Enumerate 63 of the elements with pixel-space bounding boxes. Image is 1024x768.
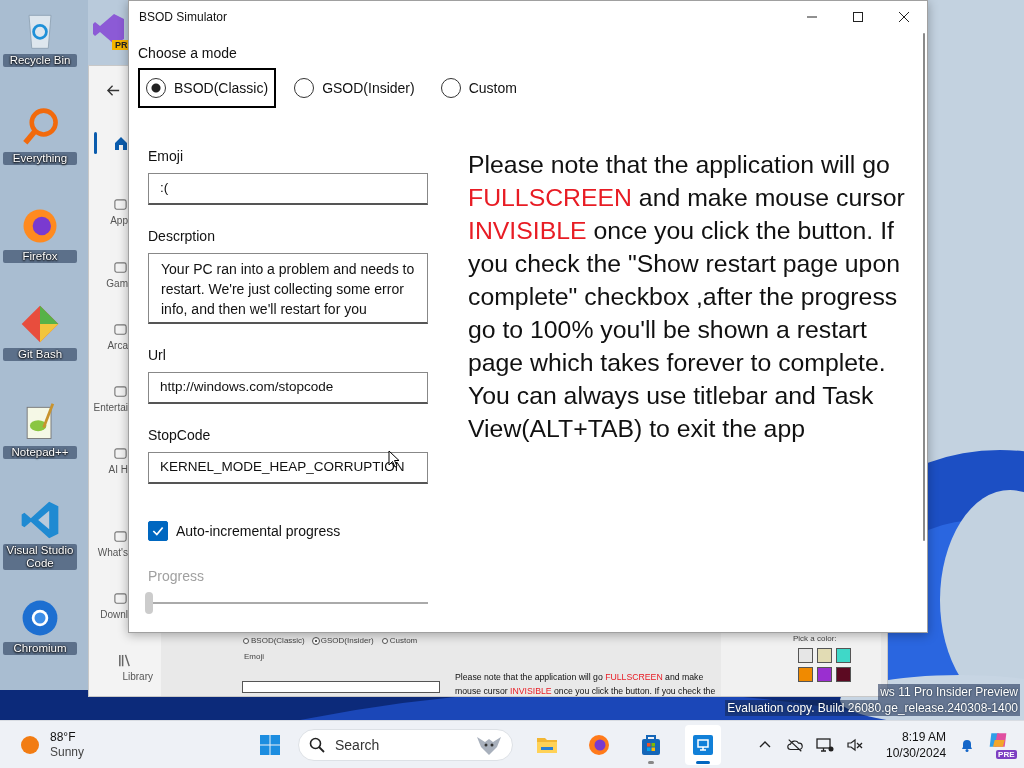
field-label: Descrption	[148, 228, 216, 244]
remote-desktop-icon[interactable]	[685, 724, 721, 765]
selection-indicator	[94, 132, 97, 154]
sidebar-label[interactable]: Entertai	[93, 402, 128, 413]
speaker-muted-icon[interactable]	[846, 736, 864, 753]
field-label: Emoji	[148, 148, 184, 164]
preview-badge: PRE	[996, 749, 1017, 759]
home-icon[interactable]	[113, 135, 129, 151]
mode-radio[interactable]: GSOD(Insider)	[286, 68, 423, 108]
close-icon	[899, 12, 909, 22]
watermark-text: ws 11 Pro Insider Preview	[878, 684, 1020, 700]
progress-label: Progress	[148, 568, 206, 584]
scrollbar[interactable]	[923, 33, 925, 541]
cloud-off-icon[interactable]	[786, 736, 804, 753]
window-title: BSOD Simulator	[139, 10, 228, 24]
desktop-icon-label[interactable]: Firefox	[3, 250, 77, 263]
temperature-text[interactable]: 88°F	[50, 729, 85, 745]
auto-progress-checkbox[interactable]: Auto-incremental progress	[148, 521, 428, 541]
field-label: Url	[148, 347, 167, 363]
category-icon[interactable]	[113, 322, 128, 337]
notice-text: Please note that the application will go FULLSCREEN and make mouse cursor INVISIBLE once you click the button. If you check the "Show restart page upon complete" checkbox ,after the progress go to 100% you'll be shown a restart page which takes forever to complete. You can always use titlebar and Task View(ALT+TAB) to exit the app	[468, 150, 906, 444]
preview-label: Emoji	[244, 652, 264, 661]
back-arrow-icon[interactable]	[106, 83, 121, 98]
start-icon[interactable]	[258, 732, 282, 757]
input-field[interactable]: :(	[148, 173, 428, 205]
preview-label: Pick a color:	[793, 634, 837, 643]
sidebar-label[interactable]: What's	[97, 547, 128, 558]
clock-time[interactable]: 8:19 AM	[902, 728, 947, 745]
category-icon[interactable]	[113, 260, 128, 275]
maximize-icon	[853, 12, 863, 22]
sidebar-label[interactable]: Gam	[106, 278, 128, 289]
sidebar-label[interactable]: AI H	[108, 464, 128, 475]
search-field[interactable]: Search	[298, 728, 513, 761]
search-icon	[309, 736, 325, 753]
monitor-icon[interactable]	[816, 736, 834, 753]
category-icon[interactable]	[113, 197, 128, 212]
sidebar-label[interactable]: Library	[122, 671, 153, 682]
desktop-icon-label[interactable]: Chromium	[3, 642, 77, 655]
weather-text[interactable]: Sunny	[50, 744, 85, 760]
category-icon[interactable]	[113, 446, 128, 461]
sidebar-label[interactable]: App	[110, 215, 128, 226]
preview-notice-text: Please note that the application will go FULLSCREEN and make	[455, 671, 705, 684]
desktop-icon-label[interactable]: Visual Studio Code	[3, 544, 77, 570]
mode-radio[interactable]: Custom	[432, 68, 525, 108]
field-label: StopCode	[148, 427, 212, 443]
desktop-icon-label[interactable]: Notepad++	[3, 446, 77, 459]
description-field[interactable]: Your PC ran into a problem and needs to restart. We're just collecting some error info, and then we'll restart for you	[148, 253, 428, 324]
desktop-icon-label[interactable]: Git Bash	[3, 348, 77, 361]
sidebar-label[interactable]: Arca	[107, 340, 128, 351]
desktop-icon-label[interactable]: Everything	[3, 152, 77, 165]
category-icon[interactable]	[113, 384, 128, 399]
sidebar-label[interactable]: Downl	[100, 609, 128, 620]
desktop-icon-label[interactable]: Recycle Bin	[3, 54, 77, 67]
mode-radio[interactable]: BSOD(Classic)	[138, 68, 277, 108]
category-icon[interactable]	[113, 529, 128, 544]
preview-notice-text: mouse cursor INVISIBLE once you click the button. If you check the	[455, 685, 716, 698]
sun-icon[interactable]	[20, 734, 40, 755]
clock-date[interactable]: 10/30/2024	[886, 744, 947, 761]
books-icon[interactable]	[117, 653, 132, 668]
mode-label: Choose a mode	[138, 45, 238, 61]
progress-slider[interactable]	[148, 592, 428, 614]
input-field[interactable]: http://windows.com/stopcode	[148, 372, 428, 404]
watermark-text: Evaluation copy. Build 26080.ge_release.240308-1400	[725, 700, 1020, 716]
